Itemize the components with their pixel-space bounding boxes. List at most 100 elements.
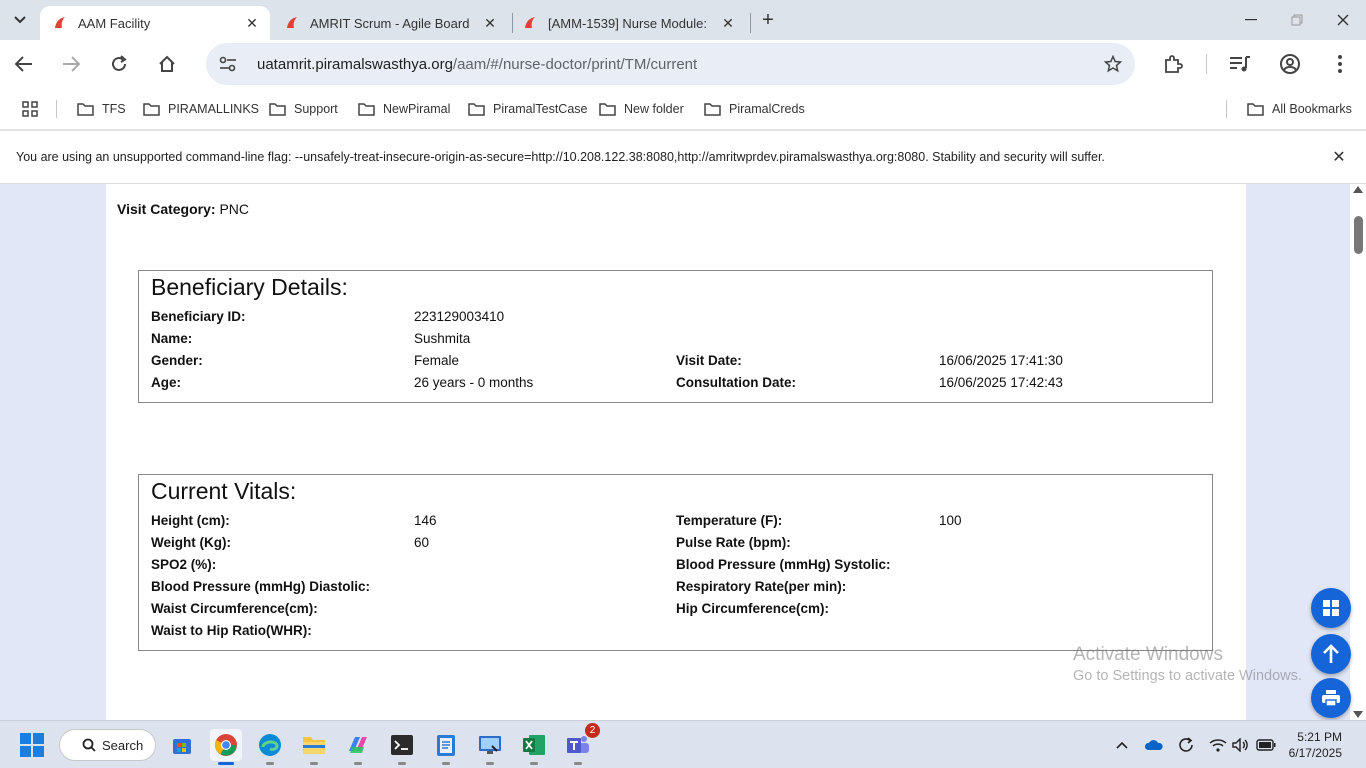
respiratory-rate-label: Respiratory Rate(per min):	[676, 579, 847, 594]
sync-icon	[1179, 737, 1193, 752]
teams-icon	[567, 736, 589, 753]
windows-taskbar: Search 2 5:21 PM 6/17/2025	[0, 720, 1366, 768]
running-indicator	[266, 762, 274, 765]
bookmark-label: NewPiramal	[383, 102, 451, 116]
tab-amm-1539[interactable]: [AMM-1539] Nurse Module: ✕	[510, 6, 746, 40]
system-clock[interactable]: 5:21 PM 6/17/2025	[1289, 729, 1342, 761]
show-hidden-icons-button[interactable]	[1112, 735, 1132, 755]
taskbar-app-m365[interactable]	[342, 729, 374, 765]
clock-time: 5:21 PM	[1297, 730, 1342, 744]
browser-menu-button[interactable]	[1326, 50, 1354, 78]
close-tab-icon[interactable]: ✕	[242, 13, 262, 33]
sync-tray-button[interactable]	[1176, 735, 1196, 755]
bookmark-folder-newpiramal[interactable]: NewPiramal	[358, 99, 450, 119]
profile-button[interactable]	[1276, 50, 1304, 78]
taskbar-app-teams[interactable]: 2	[562, 723, 600, 765]
taskbar-search[interactable]: Search	[59, 729, 156, 761]
chrome-icon	[214, 734, 237, 756]
bookmarks-divider	[56, 100, 57, 118]
tab-search-button[interactable]	[7, 7, 33, 33]
bookmark-folder-support[interactable]: Support	[269, 99, 338, 119]
apps-fab-button[interactable]	[1311, 588, 1351, 628]
media-controls-button[interactable]	[1226, 50, 1254, 78]
taskbar-app-file-explorer[interactable]	[298, 729, 330, 765]
close-infobar-icon[interactable]: ✕	[1330, 148, 1348, 166]
activate-windows-title: Activate Windows	[1073, 644, 1223, 665]
bookmark-folder-tfs[interactable]: TFS	[77, 99, 126, 119]
tab-divider	[750, 13, 751, 33]
start-button[interactable]	[20, 733, 44, 757]
battery-tray-button[interactable]	[1256, 735, 1276, 755]
taskbar-app-remote-desktop[interactable]	[474, 729, 506, 765]
taskbar-app-chrome[interactable]	[210, 729, 242, 765]
taskbar-app-notepad[interactable]	[430, 729, 462, 765]
apps-button[interactable]	[22, 99, 46, 119]
close-tab-icon[interactable]: ✕	[480, 13, 500, 33]
url-host: uatamrit.piramalswasthya.org	[257, 56, 453, 73]
account-circle-icon	[1280, 54, 1300, 74]
spo2-label: SPO2 (%):	[151, 557, 217, 572]
bookmark-folder-piramalcreds[interactable]: PiramalCreds	[704, 99, 805, 119]
taskbar-app-terminal[interactable]	[386, 729, 418, 765]
bookmark-label: Support	[294, 102, 338, 116]
wifi-tray-button[interactable]	[1208, 735, 1228, 755]
address-bar[interactable]: uatamrit.piramalswasthya.org/aam/#/nurse…	[206, 43, 1135, 85]
tab-aam-facility[interactable]: AAM Facility ✕	[40, 6, 270, 40]
url-text[interactable]: uatamrit.piramalswasthya.org/aam/#/nurse…	[257, 56, 697, 73]
bookmark-folder-piramallinks[interactable]: PIRAMALLINKS	[143, 99, 259, 119]
forward-button[interactable]	[55, 48, 87, 80]
minimize-button[interactable]	[1228, 0, 1274, 40]
bookmark-folder-new-folder[interactable]: New folder	[599, 99, 684, 119]
scroll-thumb[interactable]	[1354, 216, 1363, 254]
arrow-left-icon	[15, 56, 32, 72]
teams-notification-badge: 2	[585, 723, 600, 738]
scroll-up-arrow-icon[interactable]	[1353, 186, 1363, 193]
cloud-icon	[1144, 740, 1163, 750]
battery-icon	[1256, 739, 1276, 751]
folder-icon	[303, 737, 325, 754]
taskbar-app-excel[interactable]	[518, 729, 550, 765]
all-bookmarks-button[interactable]: All Bookmarks	[1247, 99, 1352, 119]
volume-tray-button[interactable]	[1231, 735, 1251, 755]
page-scrollbar[interactable]	[1350, 184, 1366, 720]
temperature-value: 100	[939, 513, 962, 528]
tab-amrit-scrum[interactable]: AMRIT Scrum - Agile Board ✕	[272, 6, 508, 40]
back-button[interactable]	[8, 48, 40, 80]
bookmark-label: PiramalCreds	[729, 102, 805, 116]
print-fab-button[interactable]	[1311, 678, 1351, 718]
new-tab-button[interactable]: +	[757, 9, 779, 31]
home-icon	[159, 55, 175, 72]
folder-icon	[599, 103, 616, 116]
close-tab-icon[interactable]: ✕	[718, 13, 738, 33]
scroll-down-arrow-icon[interactable]	[1353, 711, 1363, 718]
scroll-top-fab-button[interactable]	[1311, 634, 1351, 674]
onedrive-tray-button[interactable]	[1144, 735, 1164, 755]
extensions-button[interactable]	[1159, 50, 1187, 78]
bookmark-folder-piramaltestcase[interactable]: PiramalTestCase	[468, 99, 587, 119]
bookmark-star-icon[interactable]	[1103, 54, 1123, 74]
gender-value: Female	[414, 353, 460, 368]
restore-button[interactable]	[1274, 0, 1320, 40]
active-indicator	[218, 762, 234, 765]
visit-category: Visit Category: PNC	[117, 201, 249, 217]
running-indicator	[354, 762, 362, 765]
taskbar-app-store[interactable]	[166, 729, 198, 761]
arrow-right-icon	[63, 56, 80, 72]
home-button[interactable]	[151, 48, 183, 80]
warning-infobar: You are using an unsupported command-lin…	[0, 131, 1366, 184]
bookmark-label: New folder	[624, 102, 684, 116]
site-settings-icon[interactable]	[218, 54, 238, 74]
chevron-up-icon	[1116, 741, 1128, 749]
media-queue-icon	[1230, 56, 1250, 72]
volume-icon	[1232, 738, 1248, 752]
chevron-down-icon	[14, 16, 26, 24]
weight-value: 60	[414, 535, 430, 550]
m365-icon	[349, 737, 367, 753]
minimize-icon	[1245, 19, 1257, 21]
taskbar-app-edge[interactable]	[254, 729, 286, 765]
current-vitals-section: Current Vitals: Height (cm): 146 Tempera…	[138, 474, 1213, 651]
reload-button[interactable]	[103, 48, 135, 80]
weight-label: Weight (Kg):	[151, 535, 231, 550]
tab-title: [AMM-1539] Nurse Module:	[548, 15, 707, 31]
close-window-button[interactable]	[1320, 0, 1366, 40]
